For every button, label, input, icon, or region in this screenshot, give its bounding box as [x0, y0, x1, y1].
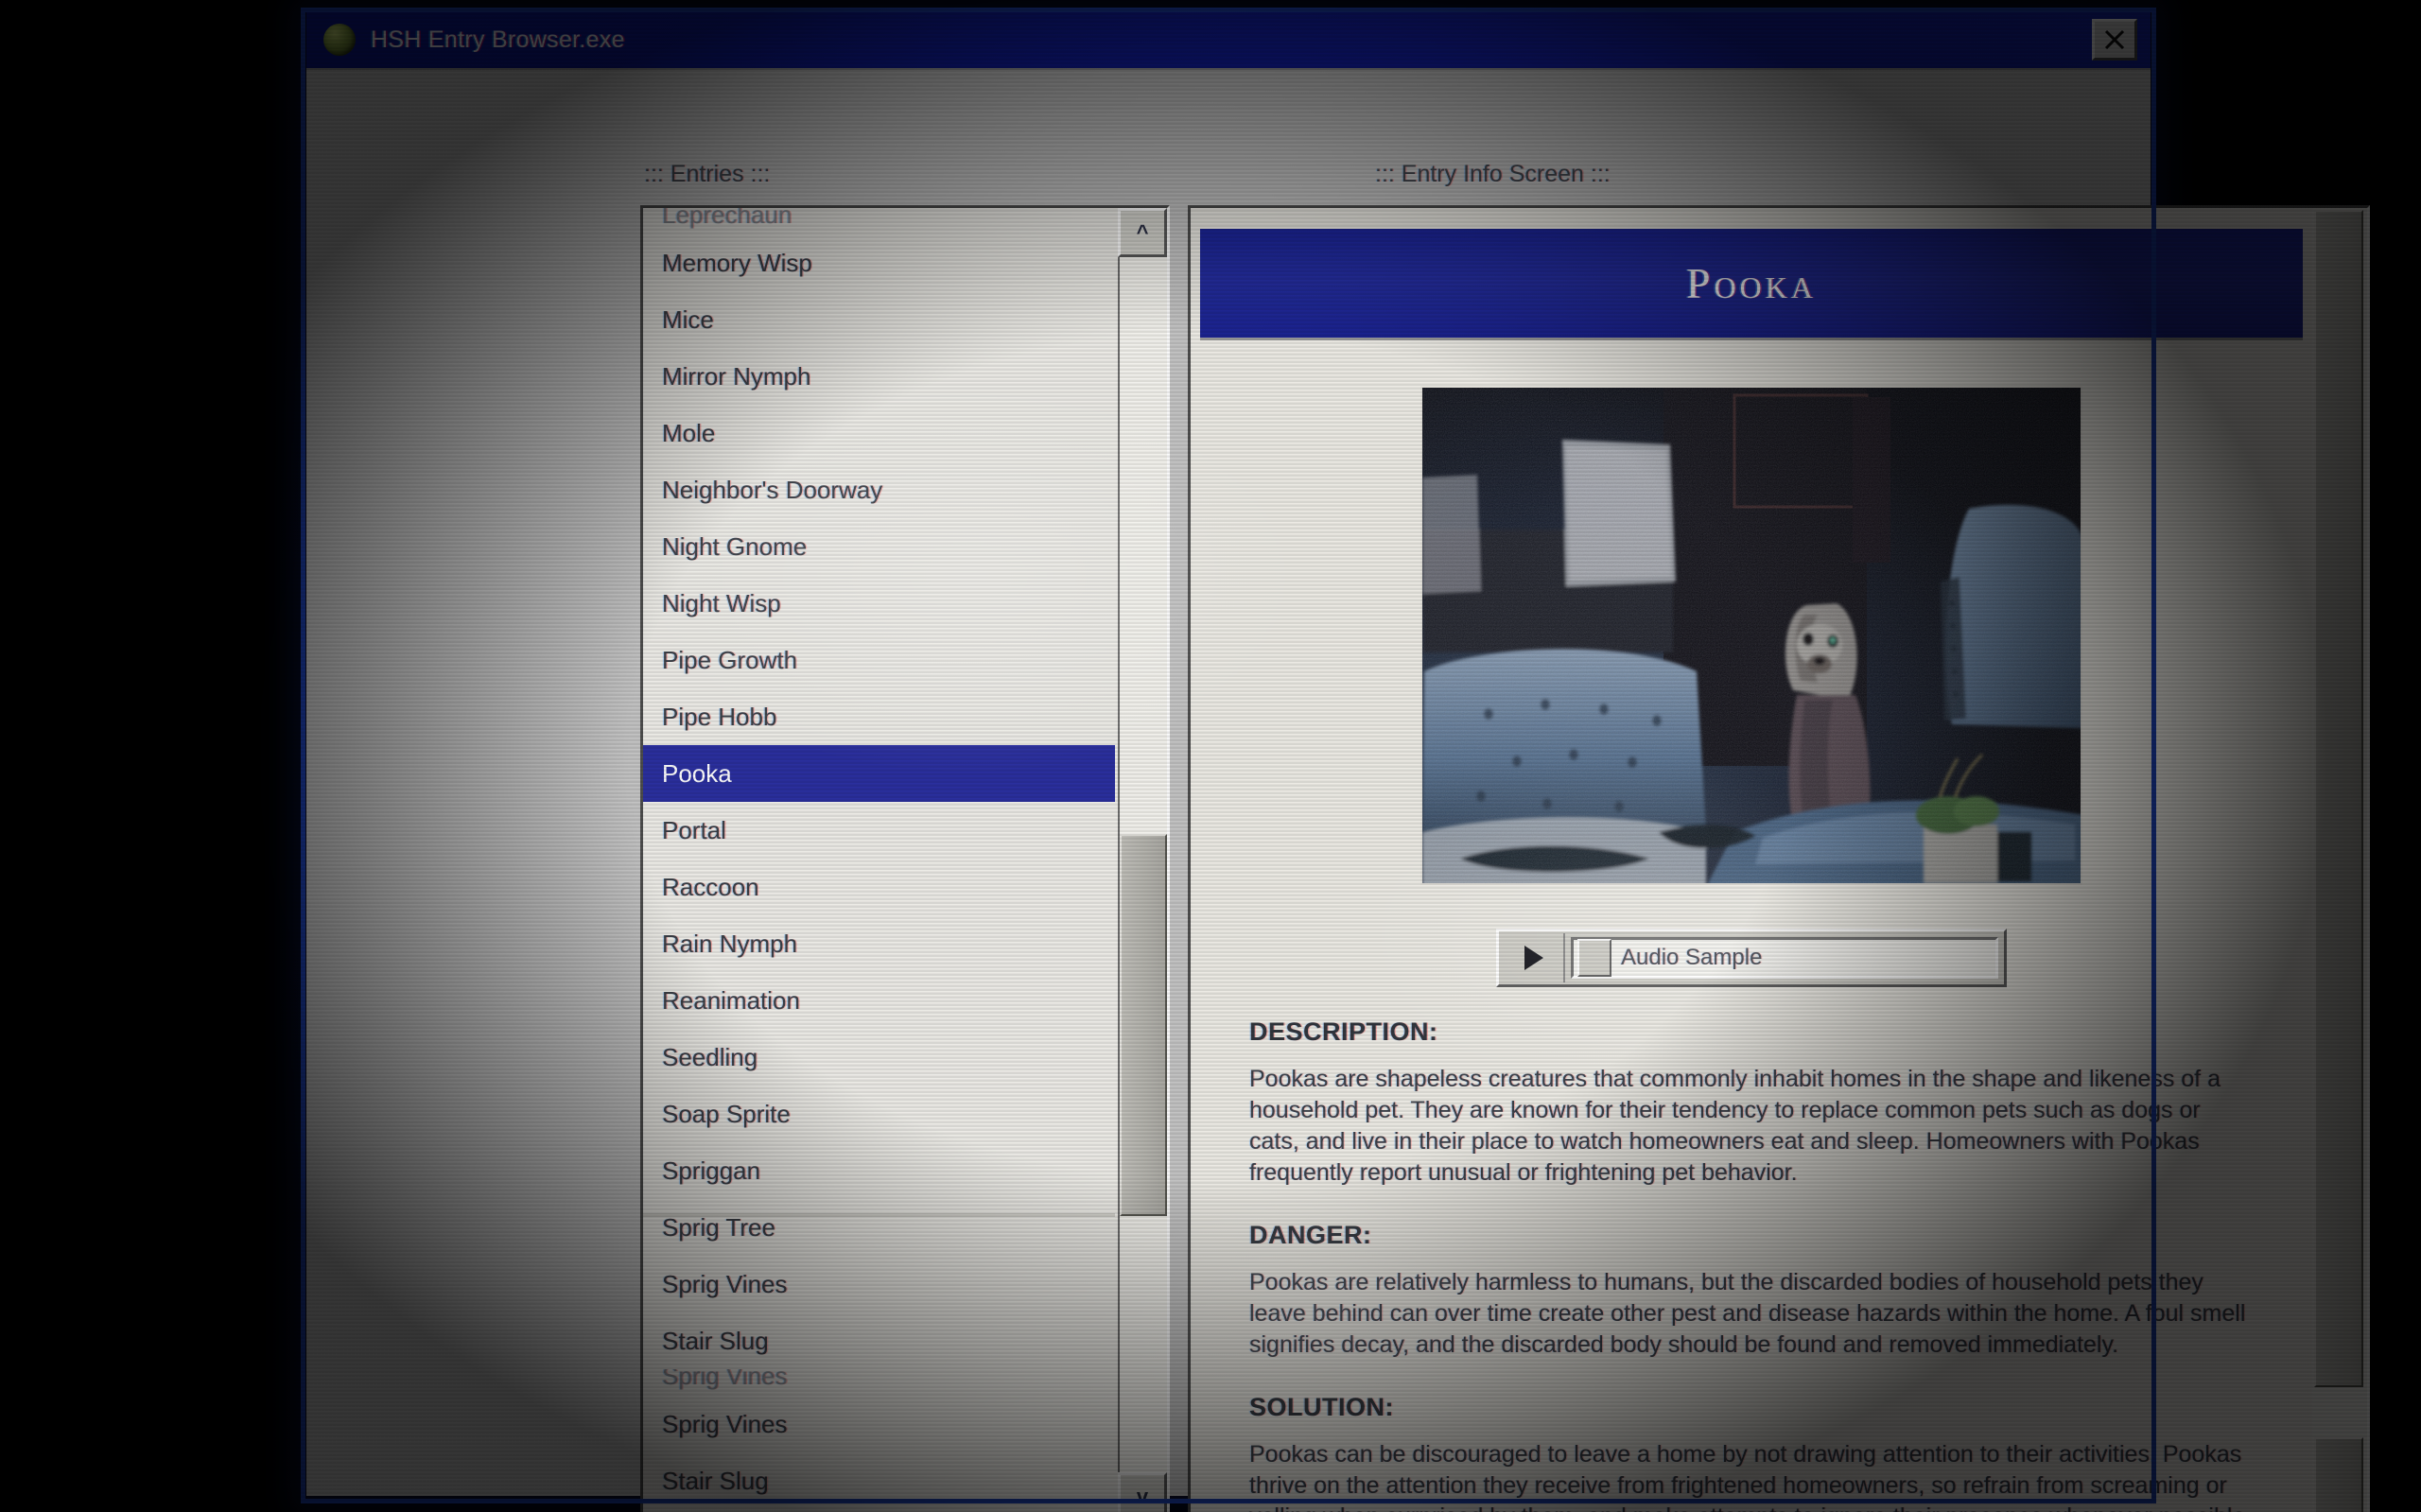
list-item[interactable]: Pipe Growth: [643, 632, 1115, 688]
list-item[interactable]: Reanimation: [643, 972, 1115, 1029]
list-item[interactable]: Seedling: [643, 1029, 1115, 1086]
entries-scrollbar[interactable]: ^ v: [1118, 208, 1167, 1512]
list-item[interactable]: Rain Nymph: [643, 915, 1115, 972]
entry-info-panel: Pooka Audio Sample DESCRIPTION: Pookas a…: [1188, 205, 2370, 1512]
close-icon: [2104, 29, 2125, 50]
audio-track-field[interactable]: Audio Sample: [1571, 937, 1998, 979]
play-triangle-icon: [1524, 946, 1543, 970]
list-item[interactable]: Mirror Nymph: [643, 348, 1115, 405]
section-heading-danger: DANGER:: [1249, 1221, 1372, 1249]
list-item[interactable]: Neighbor's Doorway: [643, 461, 1115, 518]
globe-icon: [323, 24, 356, 56]
section-body-description: Pookas are shapeless creatures that comm…: [1249, 1066, 2221, 1186]
entry-info-scrollbar-segment[interactable]: [2314, 1437, 2363, 1512]
entry-title-banner: Pooka: [1200, 229, 2303, 340]
list-item[interactable]: Soap Sprite: [643, 1086, 1115, 1142]
entry-photo-wrapper: [1420, 386, 2082, 885]
list-item[interactable]: Raccoon: [643, 859, 1115, 915]
title-bar: HSH Entry Browser.exe: [306, 11, 2151, 70]
entries-list[interactable]: Leprechaun Memory Wisp Mice Mirror Nymph…: [643, 208, 1115, 1512]
list-item[interactable]: Mice: [643, 291, 1115, 348]
list-item[interactable]: Sprig Tree: [643, 1199, 1115, 1256]
entries-list-panel: Leprechaun Memory Wisp Mice Mirror Nymph…: [640, 205, 1170, 1512]
list-item-selected[interactable]: Pooka: [643, 745, 1115, 802]
scroll-down-button[interactable]: v: [1118, 1472, 1167, 1512]
list-item[interactable]: Stair Slug: [643, 1452, 1115, 1509]
entry-info-scrollbar-thumb[interactable]: [2314, 210, 2363, 1387]
entries-caption: ::: Entries :::: [644, 161, 771, 187]
window-title: HSH Entry Browser.exe: [371, 26, 625, 53]
audio-sample-label: Audio Sample: [1621, 945, 1763, 970]
section-body-danger: Pookas are relatively harmless to humans…: [1249, 1269, 2246, 1358]
list-item[interactable]: Stair Slug: [643, 1312, 1115, 1369]
list-item[interactable]: Portal: [643, 802, 1115, 859]
entries-scrollbar-thumb[interactable]: [1120, 834, 1167, 1216]
section-body-solution: Pookas can be discouraged to leave a hom…: [1249, 1441, 2252, 1512]
scroll-up-button[interactable]: ^: [1118, 208, 1167, 257]
list-item[interactable]: Night Gnome: [643, 518, 1115, 575]
entry-info-content: Pooka Audio Sample DESCRIPTION: Pookas a…: [1191, 208, 2312, 1512]
list-item[interactable]: Sprig Vines: [643, 1369, 1115, 1396]
section-heading-solution: SOLUTION:: [1249, 1393, 1394, 1421]
close-button[interactable]: [2092, 19, 2137, 61]
list-item[interactable]: Mole: [643, 405, 1115, 461]
list-item[interactable]: Sprig Vines: [643, 1396, 1115, 1452]
entry-info-caption: ::: Entry Info Screen :::: [1375, 161, 1611, 187]
audio-player[interactable]: Audio Sample: [1496, 929, 2007, 987]
list-item[interactable]: Night Wisp: [643, 575, 1115, 632]
pooka-photograph: [1420, 386, 2082, 885]
audio-slider-thumb[interactable]: [1577, 939, 1611, 977]
application-window: HSH Entry Browser.exe ::: Entries ::: ::…: [306, 11, 2370, 1512]
entries-scrollbar-track[interactable]: [1118, 257, 1167, 1472]
entry-title: Pooka: [1685, 259, 1818, 307]
list-item[interactable]: Memory Wisp: [643, 235, 1115, 291]
list-item[interactable]: Sprig Vines: [643, 1256, 1115, 1312]
photo-render: [1422, 388, 2081, 883]
client-area: ::: Entries ::: ::: Entry Info Screen ::…: [306, 70, 2370, 1512]
play-button[interactable]: [1505, 933, 1565, 982]
crt-screen: HSH Entry Browser.exe ::: Entries ::: ::…: [0, 0, 2421, 1512]
entry-sections: DESCRIPTION: Pookas are shapeless creatu…: [1191, 987, 2312, 1512]
list-item[interactable]: Pipe Hobb: [643, 688, 1115, 745]
entry-info-scrollbar[interactable]: [2312, 208, 2367, 1512]
list-item[interactable]: Spriggan: [643, 1142, 1115, 1199]
render-tear-artifact: [643, 1213, 1115, 1217]
list-item[interactable]: Leprechaun: [643, 208, 1115, 235]
section-heading-description: DESCRIPTION:: [1249, 1017, 1438, 1046]
